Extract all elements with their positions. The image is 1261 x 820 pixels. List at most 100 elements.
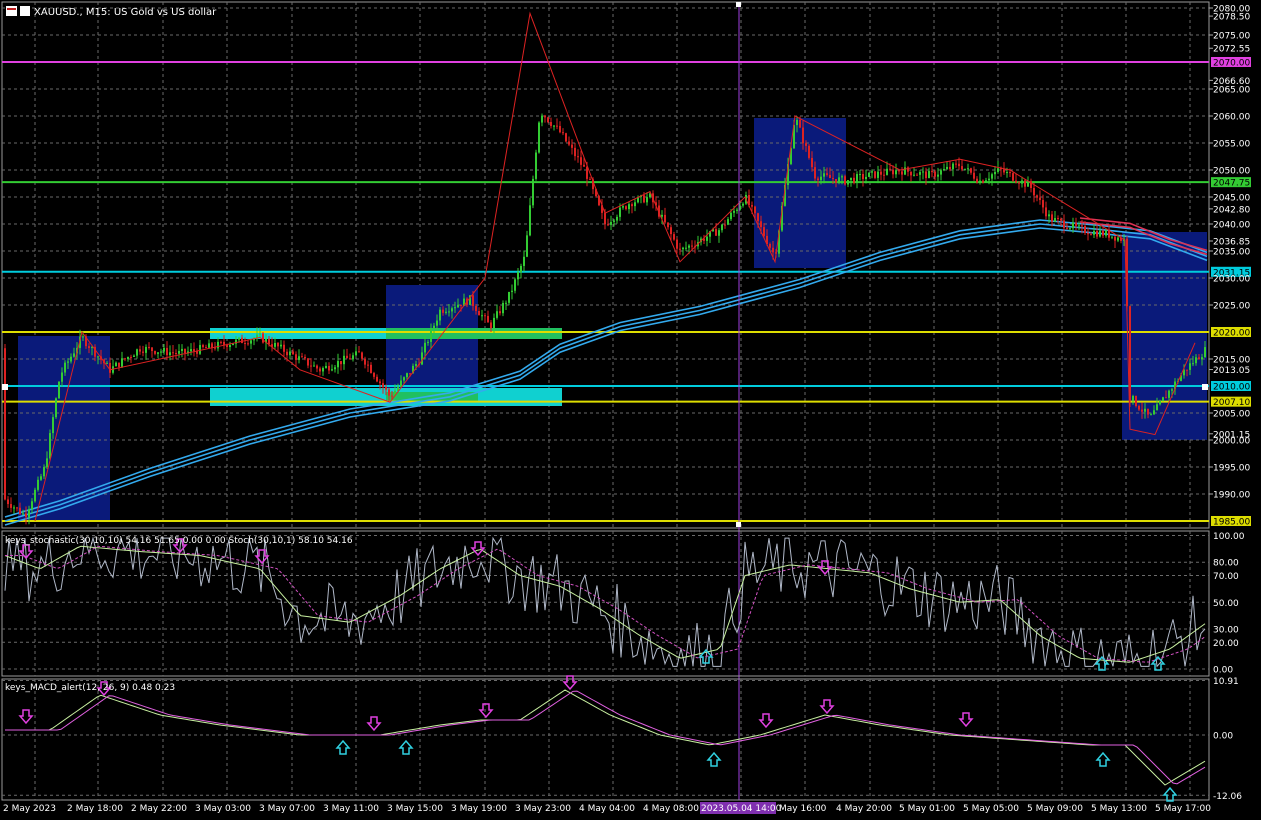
candle-body (850, 177, 852, 181)
candle-body (520, 265, 522, 273)
candle-body (331, 369, 333, 371)
candle-body (751, 205, 753, 207)
stochastic-title: keys_stochastic(30,10,10) 54.16 51.65 0.… (5, 536, 353, 546)
candle-body (1135, 395, 1137, 406)
candle-body (556, 125, 558, 127)
candle-body (1195, 357, 1197, 364)
macd-buy-arrow-icon (706, 751, 722, 767)
level-handle-right (1202, 384, 1208, 390)
stochastic-pane[interactable]: 100.00 80.00 70.00 50.00 30.00 20.00 0.00 (1, 530, 1245, 677)
candle-body (190, 349, 192, 352)
candle-body (517, 272, 519, 280)
time-label: 3 May 23:00 (515, 804, 571, 814)
time-label: 3 May 19:00 (451, 804, 507, 814)
candle-body (427, 341, 429, 343)
price-label: 1990.00 (1213, 491, 1250, 501)
candle-body (727, 219, 729, 225)
candle-body (40, 476, 42, 480)
candle-body (715, 229, 717, 236)
candle-body (139, 349, 141, 352)
candle-body (1009, 172, 1011, 174)
candle-body (613, 220, 615, 222)
candle-body (991, 174, 993, 179)
candle-body (34, 489, 36, 502)
candle-body (982, 180, 984, 183)
price-label: 2040.00 (1213, 221, 1250, 231)
candle-body (802, 127, 804, 144)
candle-body (223, 341, 225, 345)
candle-body (64, 362, 66, 373)
price-label: 2025.00 (1213, 302, 1250, 312)
candle-body (943, 168, 945, 171)
candle-body (493, 317, 495, 329)
price-label: 2075.00 (1213, 32, 1250, 42)
chart-canvas[interactable]: 2080.002078.502075.002072.552070.002066.… (0, 0, 1261, 820)
candle-body (352, 355, 354, 360)
candle-body (838, 177, 840, 183)
candle-body (988, 178, 990, 181)
candle-body (985, 180, 987, 183)
stoch-level-label: 20.00 (1213, 639, 1239, 649)
candle-body (799, 119, 801, 128)
time-label: 2023.05.04 14:00 (701, 804, 782, 814)
candle-body (484, 315, 486, 317)
candle-body (115, 362, 117, 367)
candle-body (769, 244, 771, 248)
candle-body (865, 176, 867, 180)
macd-buy-arrow-icon (1095, 751, 1111, 767)
candle-body (439, 309, 441, 321)
candle-body (1168, 390, 1170, 398)
candle-body (1132, 395, 1134, 401)
candle-body (526, 235, 528, 257)
stoch-level-label: 30.00 (1213, 625, 1239, 635)
price-label: 2050.00 (1213, 167, 1250, 177)
price-label: 2045.00 (1213, 194, 1250, 204)
candle-body (310, 365, 312, 367)
price-label: 2036.85 (1213, 238, 1250, 248)
candle-body (859, 174, 861, 176)
symbol-window-icon (20, 6, 30, 16)
candle-body (835, 178, 837, 183)
candle-body (796, 119, 798, 126)
candle-body (763, 227, 765, 236)
stoch-level-label: 50.00 (1213, 599, 1239, 609)
candle-body (424, 342, 426, 353)
candle-body (814, 167, 816, 179)
candle-body (631, 204, 633, 207)
candle-body (571, 144, 573, 148)
candle-body (718, 230, 720, 236)
candle-body (1015, 180, 1017, 183)
candle-body (367, 364, 369, 366)
candle-body (808, 145, 810, 158)
candle-body (58, 381, 60, 399)
candle-body (961, 166, 963, 170)
candle-body (994, 171, 996, 175)
candle-body (970, 168, 972, 173)
candle-body (415, 364, 417, 366)
window-title: XAUUSD., M15: US Gold vs US dollar (6, 6, 217, 18)
candle-body (400, 380, 402, 387)
candle-body (280, 344, 282, 347)
candle-body (214, 347, 216, 349)
candle-body (1102, 230, 1104, 236)
candle-body (70, 356, 72, 362)
candle-body (67, 361, 69, 363)
candle-body (646, 197, 648, 203)
candle-body (292, 351, 294, 355)
candle-body (1159, 401, 1161, 405)
candle-body (934, 171, 936, 177)
candle-body (622, 206, 624, 208)
candle-body (568, 141, 570, 145)
stoch-level-label: 70.00 (1213, 572, 1239, 582)
candle-body (880, 171, 882, 175)
time-label: May 16:00 (779, 804, 827, 814)
candle-body (346, 355, 348, 359)
candle-body (199, 345, 201, 354)
stoch-level-label: 0.00 (1213, 666, 1233, 676)
candle-body (37, 479, 39, 490)
macd-pane[interactable]: 10.91 0.00 -12.06 (1, 675, 1242, 802)
candle-body (829, 174, 831, 179)
candle-body (370, 364, 372, 373)
candle-body (166, 347, 168, 356)
candle-body (358, 351, 360, 353)
